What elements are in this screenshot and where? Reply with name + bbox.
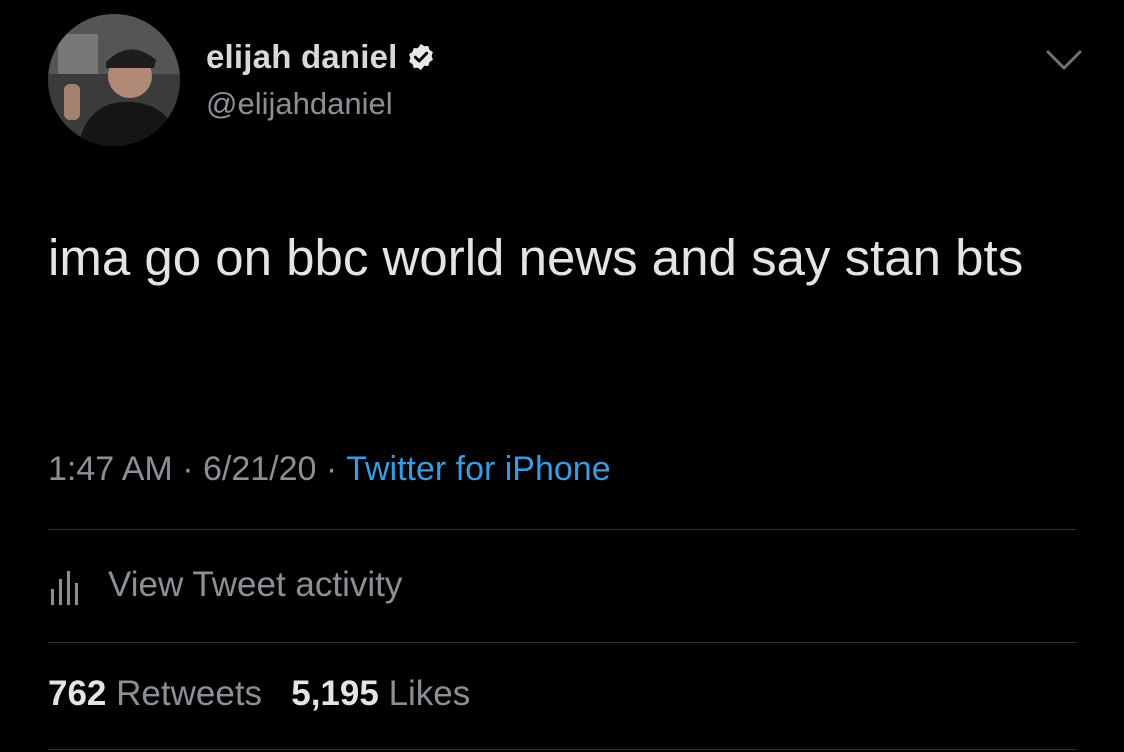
tweet-date: 6/21/20: [202, 450, 317, 488]
tweet-source-link[interactable]: Twitter for iPhone: [346, 450, 611, 488]
meta-separator: ·: [182, 450, 194, 488]
profile-photo: [48, 14, 180, 146]
divider: [48, 529, 1076, 530]
meta-separator: ·: [325, 450, 338, 488]
analytics-bars-icon: [51, 571, 78, 605]
view-tweet-activity-button[interactable]: View Tweet activity: [48, 563, 402, 607]
likes-count: 5,195: [291, 674, 379, 713]
chevron-down-icon[interactable]: [1044, 48, 1084, 72]
retweets-stat[interactable]: 762 Retweets: [48, 674, 272, 713]
likes-stat[interactable]: 5,195 Likes: [291, 674, 470, 713]
author-name[interactable]: elijah daniel: [206, 38, 398, 76]
tweet-text: ima go on bbc world news and say stan bt…: [48, 229, 1024, 286]
author-handle[interactable]: @elijahdaniel: [206, 86, 393, 122]
tweet-meta: 1:47 AM · 6/21/20 · Twitter for iPhone: [48, 450, 611, 489]
retweets-count: 762: [48, 674, 107, 713]
tweet-time: 1:47 AM: [48, 450, 173, 488]
view-tweet-activity-label: View Tweet activity: [108, 565, 403, 604]
tweet-stats: 762 Retweets 5,195 Likes: [48, 674, 470, 714]
author-name-row[interactable]: elijah daniel: [206, 38, 436, 76]
divider: [48, 642, 1076, 643]
verified-badge-icon: [408, 43, 433, 71]
retweets-label: Retweets: [116, 674, 263, 713]
likes-label: Likes: [388, 674, 471, 713]
divider: [48, 749, 1076, 750]
avatar[interactable]: [48, 14, 180, 146]
